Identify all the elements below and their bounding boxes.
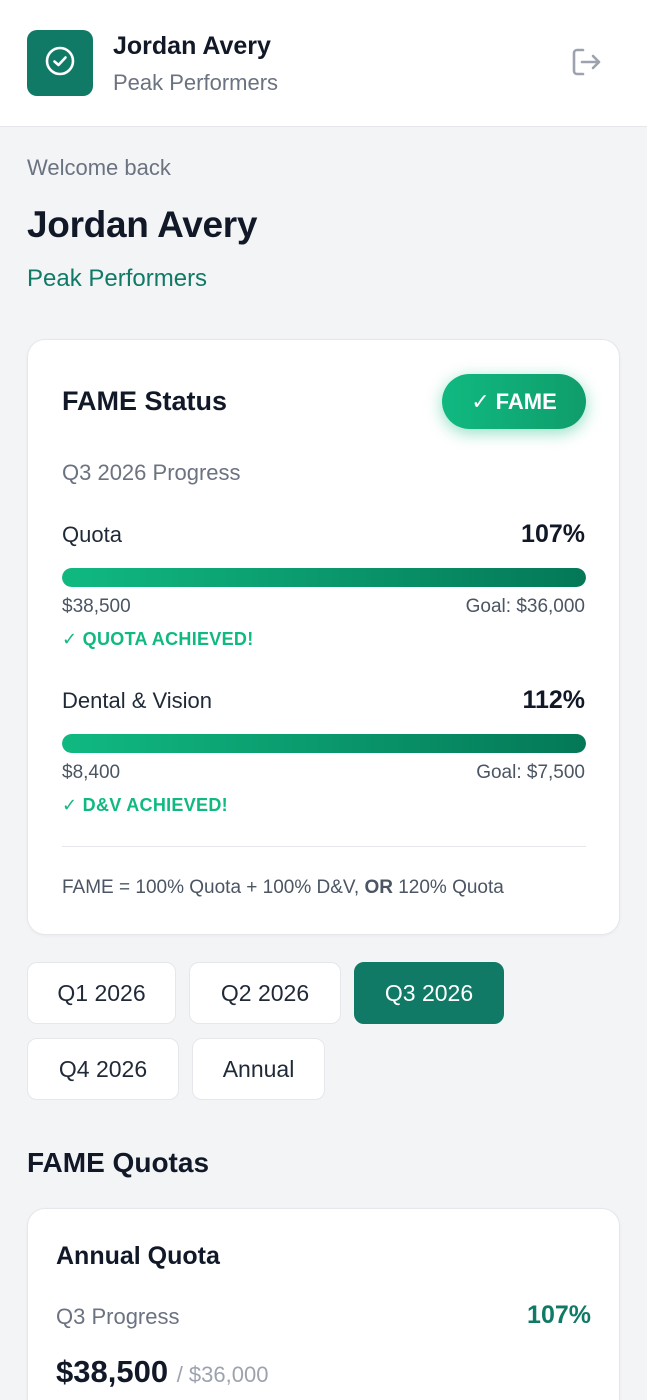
quota-amount-value: $38,500 — [56, 1354, 169, 1389]
dv-status: ✓ D&V ACHIEVED! — [62, 795, 228, 815]
dv-label: Dental & Vision — [62, 688, 213, 713]
dv-value: $8,400 — [62, 762, 121, 783]
check-icon: ✓ — [471, 388, 490, 414]
welcome-greeting: Welcome back — [27, 155, 171, 180]
fame-badge: ✓ FAME — [442, 374, 586, 429]
dv-progress-bar — [62, 734, 586, 753]
quota-status: ✓ QUOTA ACHIEVED! — [62, 629, 254, 649]
dv-percent: 112% — [522, 686, 585, 714]
tab-q2-2026[interactable]: Q2 2026 — [189, 962, 341, 1024]
fame-period: Q3 2026 Progress — [62, 460, 241, 485]
divider — [62, 846, 586, 847]
quota-progress-fill — [62, 568, 586, 587]
quota-amount: $38,500 / $36,000 — [56, 1354, 268, 1390]
q3-progress-label: Q3 Progress — [56, 1304, 180, 1329]
fame-status-title: FAME Status — [62, 386, 228, 416]
page-title: Jordan Avery — [27, 204, 258, 245]
formula-or: OR — [364, 877, 393, 898]
tab-q3-2026[interactable]: Q3 2026 — [354, 962, 504, 1024]
app-header: Jordan Avery Peak Performers — [0, 0, 647, 127]
tab-annual[interactable]: Annual — [192, 1038, 325, 1100]
quota-value: $38,500 — [62, 596, 131, 617]
quota-progress-bar — [62, 568, 586, 587]
logout-icon — [568, 44, 604, 85]
tab-q1-2026[interactable]: Q1 2026 — [27, 962, 176, 1024]
fame-status-card: FAME Status ✓ FAME Q3 2026 Progress Quot… — [27, 339, 620, 935]
formula-part1: FAME = 100% Quota + 100% D&V, — [62, 877, 365, 898]
formula-part2: 120% Quota — [392, 877, 504, 898]
quota-amount-goal: / $36,000 — [176, 1362, 269, 1387]
fame-formula: FAME = 100% Quota + 100% D&V, OR 120% Qu… — [62, 877, 504, 899]
quota-percent: 107% — [521, 520, 585, 548]
fame-badge-label: FAME — [495, 388, 557, 414]
dv-progress-fill — [62, 734, 586, 753]
annual-quota-title: Annual Quota — [56, 1242, 220, 1270]
quota-label: Quota — [62, 522, 122, 547]
header-user-name: Jordan Avery — [113, 32, 271, 60]
team-name: Peak Performers — [27, 265, 208, 292]
quota-goal: Goal: $36,000 — [465, 596, 585, 617]
fame-quotas-heading: FAME Quotas — [27, 1147, 210, 1178]
dv-goal: Goal: $7,500 — [476, 762, 585, 783]
annual-quota-card: Annual Quota Q3 Progress 107% $38,500 / … — [27, 1208, 620, 1400]
avatar — [27, 30, 93, 96]
logout-button[interactable] — [566, 44, 606, 84]
tab-q4-2026[interactable]: Q4 2026 — [27, 1038, 179, 1100]
check-circle-icon — [43, 44, 77, 83]
header-team-name: Peak Performers — [113, 70, 279, 95]
q3-progress-percent: 107% — [527, 1301, 591, 1329]
